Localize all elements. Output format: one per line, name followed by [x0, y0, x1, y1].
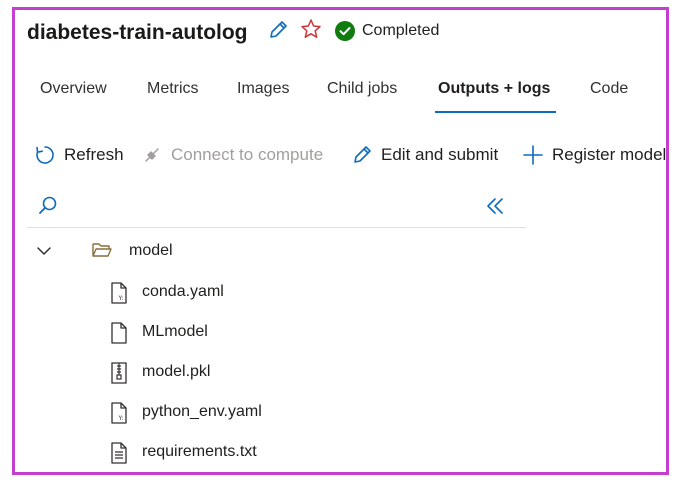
svg-text:Y:: Y: — [118, 415, 124, 422]
plug-icon — [145, 148, 159, 162]
yaml-file-icon: Y: — [110, 402, 128, 424]
register-model-label: Register model — [552, 145, 667, 164]
file-python-env-yaml[interactable]: python_env.yaml — [142, 403, 262, 421]
chevron-down-icon[interactable] — [35, 242, 53, 260]
edit-name-icon[interactable] — [267, 19, 289, 41]
register-model-button[interactable]: Register model — [522, 144, 666, 166]
check-circle-icon — [335, 21, 355, 41]
star-icon[interactable] — [300, 18, 322, 40]
file-icon — [110, 322, 128, 344]
tab-outputs-logs[interactable]: Outputs + logs — [438, 80, 550, 98]
connect-to-compute-button[interactable]: Connect to compute — [141, 144, 323, 166]
app-frame: diabetes-train-autolog Completed Overvie… — [12, 7, 669, 475]
status-label: Completed — [362, 22, 440, 39]
tree-folder-label[interactable]: model — [129, 242, 173, 260]
active-tab-indicator — [435, 111, 556, 113]
tab-code[interactable]: Code — [590, 80, 628, 98]
yaml-file-icon: Y: — [110, 282, 128, 304]
divider — [27, 227, 526, 228]
tab-images[interactable]: Images — [237, 80, 289, 98]
file-model-pkl[interactable]: model.pkl — [142, 363, 210, 381]
pencil-icon — [354, 146, 371, 163]
svg-text:Y:: Y: — [118, 295, 124, 302]
plus-icon — [523, 145, 543, 165]
collapse-panel-icon[interactable] — [485, 196, 505, 216]
tab-metrics[interactable]: Metrics — [147, 80, 199, 98]
connect-to-compute-label: Connect to compute — [171, 145, 324, 164]
edit-and-submit-label: Edit and submit — [381, 145, 499, 164]
tab-overview[interactable]: Overview — [40, 80, 107, 98]
zip-file-icon — [110, 362, 128, 384]
refresh-label: Refresh — [64, 145, 124, 164]
edit-and-submit-button[interactable]: Edit and submit — [351, 144, 498, 166]
file-conda-yaml[interactable]: conda.yaml — [142, 283, 224, 301]
job-title: diabetes-train-autolog — [27, 21, 248, 44]
tab-child-jobs[interactable]: Child jobs — [327, 80, 397, 98]
refresh-button[interactable]: Refresh — [34, 144, 124, 166]
text-file-icon — [110, 442, 128, 464]
search-icon[interactable] — [37, 195, 59, 217]
folder-open-icon — [91, 240, 113, 260]
file-mlmodel[interactable]: MLmodel — [142, 323, 208, 341]
file-requirements-txt[interactable]: requirements.txt — [142, 443, 257, 461]
refresh-icon — [36, 146, 54, 164]
